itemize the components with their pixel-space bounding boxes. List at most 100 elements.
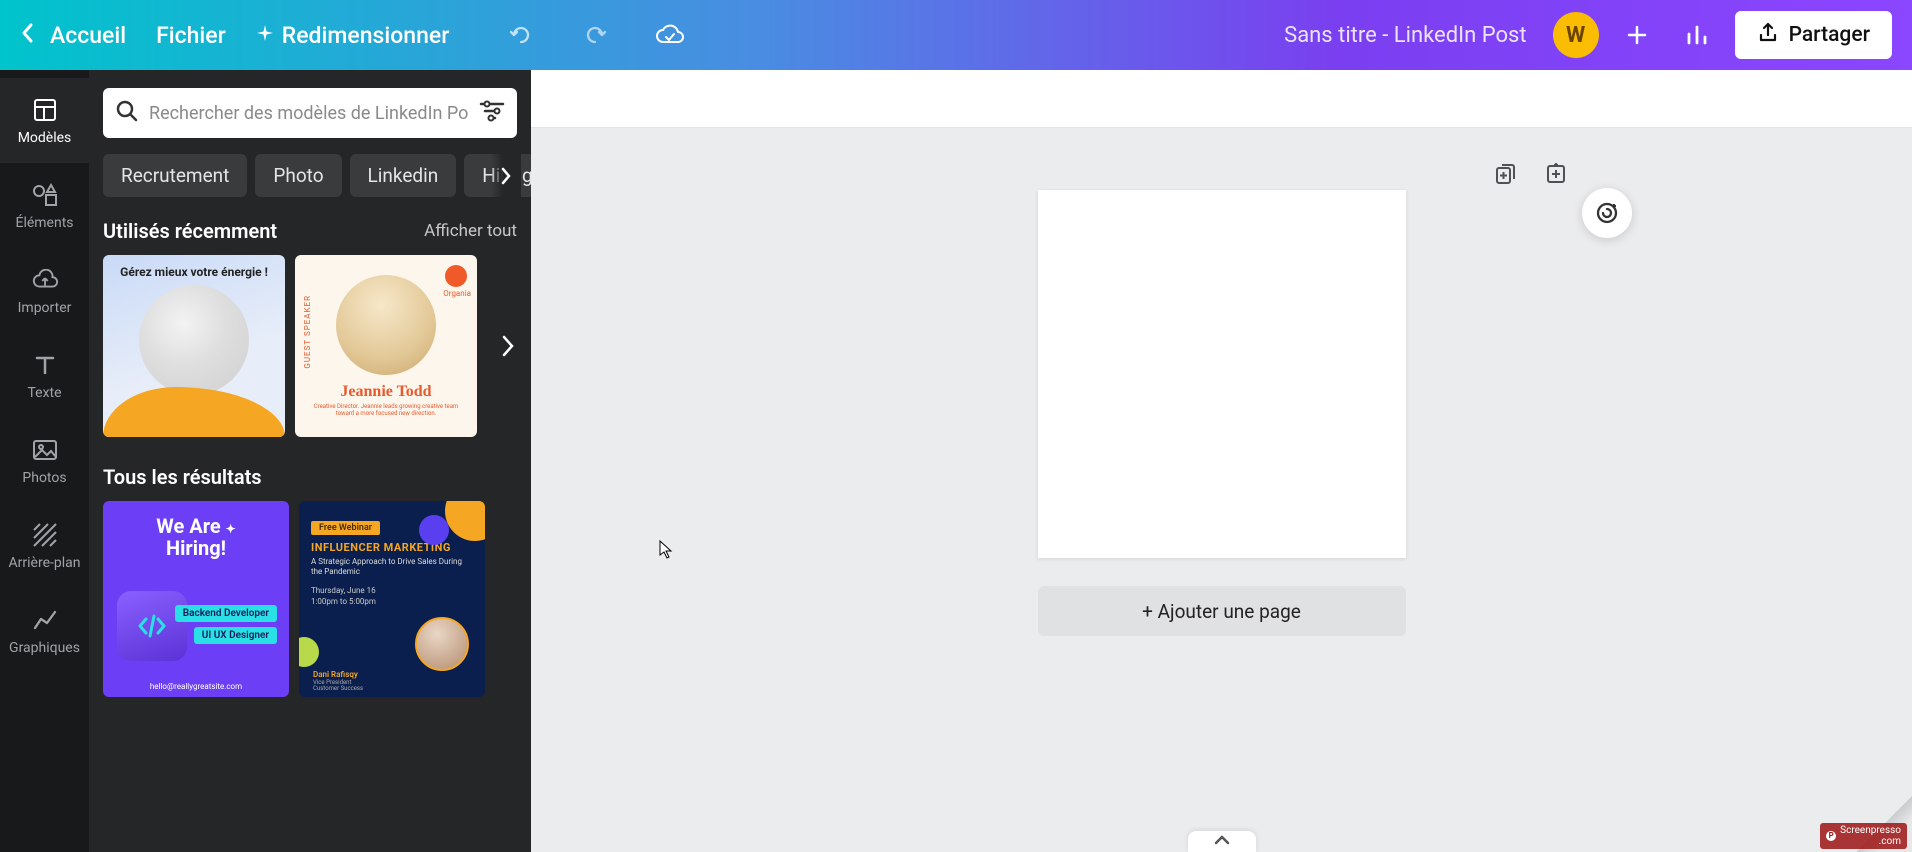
home-button[interactable]: Accueil (20, 21, 126, 49)
redo-button[interactable] (573, 13, 617, 57)
template-speaker[interactable]: Organia GUEST SPEAKER Jeannie Todd Creat… (295, 255, 477, 437)
chevron-left-icon (20, 21, 36, 49)
template-speaker: Dani Rafisqy (313, 670, 358, 679)
add-member-button[interactable] (1615, 13, 1659, 57)
resize-label: Redimensionner (282, 22, 450, 49)
background-icon (31, 521, 59, 549)
elements-icon (31, 181, 59, 209)
mouse-cursor-icon (659, 540, 673, 560)
chip-recruitment[interactable]: Recrutement (103, 154, 247, 197)
template-datetime: Thursday, June 161:00pm to 5:00pm (311, 586, 473, 607)
cloud-sync-icon[interactable] (647, 13, 691, 57)
recent-title: Utilisés récemment (103, 219, 277, 243)
template-shape (299, 637, 319, 667)
template-title: INFLUENCER MARKETING (311, 541, 473, 554)
rail-elements[interactable]: Éléments (0, 163, 89, 248)
rail-label: Importer (18, 300, 72, 316)
template-energy[interactable]: Gérez mieux votre énergie ! (103, 255, 285, 437)
add-page-button[interactable] (1540, 158, 1572, 190)
chart-icon (31, 606, 59, 634)
canvas-area: + Ajouter une page P Screenpresso.com (531, 70, 1912, 852)
template-subtitle: A Strategic Approach to Drive Sales Duri… (311, 557, 473, 576)
rail-label: Arrière-plan (9, 555, 81, 571)
side-rail: Modèles Éléments Importer Texte Photos A… (0, 70, 89, 852)
results-section-header: Tous les résultats (103, 465, 517, 489)
template-role: Vice PresidentCustomer Success (313, 680, 363, 693)
templates-icon (31, 96, 59, 124)
templates-panel: Recrutement Photo Linkedin Hiring Utilis… (89, 70, 531, 852)
document-title[interactable]: Sans titre - LinkedIn Post (1284, 23, 1526, 48)
search-icon (115, 99, 139, 127)
rail-label: Modèles (18, 130, 72, 146)
template-footer: hello@reallygreatsite.com (103, 682, 289, 691)
main-area: Modèles Éléments Importer Texte Photos A… (0, 70, 1912, 852)
topbar-right-group: Sans titre - LinkedIn Post W Partager (1284, 11, 1892, 59)
results-row: We Are ✦Hiring! Backend Developer UI UX … (103, 501, 517, 697)
template-webinar[interactable]: Free Webinar INFLUENCER MARKETING A Stra… (299, 501, 485, 697)
template-logo (445, 265, 467, 287)
footer-expand-button[interactable] (1188, 831, 1256, 852)
show-all-link[interactable]: Afficher tout (424, 221, 517, 241)
document-toolbar (531, 70, 1912, 128)
file-menu[interactable]: Fichier (156, 22, 226, 49)
template-hiring[interactable]: We Are ✦Hiring! Backend Developer UI UX … (103, 501, 289, 697)
recent-next-button[interactable] (493, 321, 523, 371)
chips-next-button[interactable] (491, 154, 521, 197)
template-side-text: GUEST SPEAKER (303, 295, 312, 369)
analytics-button[interactable] (1675, 13, 1719, 57)
topbar-center-group (499, 13, 691, 57)
add-page-bar[interactable]: + Ajouter une page (1038, 586, 1406, 636)
rail-charts[interactable]: Graphiques (0, 588, 89, 673)
chip-linkedin[interactable]: Linkedin (350, 154, 457, 197)
watermark-text: Screenpresso.com (1840, 825, 1901, 847)
template-graphic (117, 591, 187, 661)
undo-button[interactable] (499, 13, 543, 57)
filter-icon[interactable] (479, 100, 505, 126)
sparkle-icon (256, 24, 274, 46)
rail-label: Éléments (15, 215, 73, 231)
rail-label: Texte (27, 385, 61, 401)
rail-text[interactable]: Texte (0, 333, 89, 418)
watermark-icon: P (1826, 831, 1836, 841)
share-button[interactable]: Partager (1735, 11, 1892, 59)
user-avatar[interactable]: W (1553, 12, 1599, 58)
recent-section-header: Utilisés récemment Afficher tout (103, 219, 517, 243)
rail-photos[interactable]: Photos (0, 418, 89, 503)
template-text: We Are ✦Hiring! (113, 515, 279, 559)
template-tag: Organia (443, 289, 471, 298)
topbar-left-group: Accueil Fichier Redimensionner (20, 21, 449, 49)
canvas-page[interactable] (1038, 190, 1406, 558)
rail-label: Graphiques (9, 640, 80, 656)
template-image-placeholder (139, 285, 249, 395)
rail-uploads[interactable]: Importer (0, 248, 89, 333)
template-avatar (415, 617, 469, 671)
share-label: Partager (1789, 23, 1870, 47)
template-name: Jeannie Todd (340, 383, 431, 401)
home-label: Accueil (50, 22, 126, 49)
upload-icon (1757, 21, 1779, 49)
screenpresso-watermark: P Screenpresso.com (1820, 823, 1907, 849)
photo-icon (31, 436, 59, 464)
magic-assist-button[interactable] (1582, 188, 1632, 238)
filter-chips: Recrutement Photo Linkedin Hiring (103, 154, 517, 197)
rail-label: Photos (22, 470, 66, 486)
template-text: Gérez mieux votre énergie ! (120, 265, 268, 279)
canvas-page-controls (1490, 158, 1572, 190)
template-shape (419, 515, 449, 545)
search-bar (103, 88, 517, 138)
template-tag: Free Webinar (311, 521, 380, 535)
template-shape (103, 387, 285, 437)
resize-menu[interactable]: Redimensionner (256, 22, 450, 49)
results-title: Tous les résultats (103, 465, 262, 489)
rail-templates[interactable]: Modèles (0, 78, 89, 163)
duplicate-page-button[interactable] (1490, 158, 1522, 190)
template-shape (445, 501, 485, 541)
chip-photo[interactable]: Photo (255, 154, 341, 197)
rail-background[interactable]: Arrière-plan (0, 503, 89, 588)
cloud-upload-icon (31, 266, 59, 294)
text-icon (31, 351, 59, 379)
top-toolbar: Accueil Fichier Redimensionner Sans titr… (0, 0, 1912, 70)
template-pill: UI UX Designer (194, 627, 277, 644)
template-image-placeholder (336, 275, 436, 375)
search-input[interactable] (149, 103, 469, 124)
